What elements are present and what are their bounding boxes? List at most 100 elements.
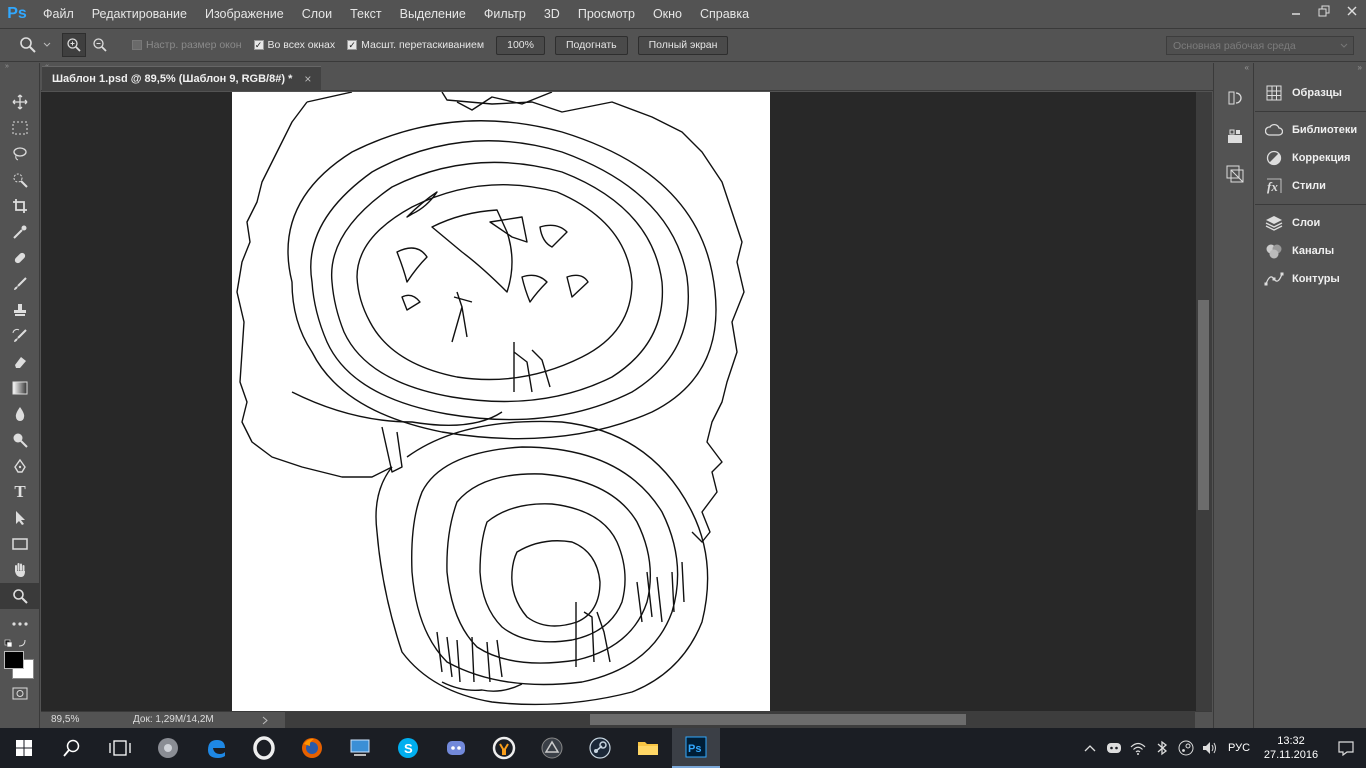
close-tab-icon[interactable]: × [304, 72, 311, 86]
notifications-icon [1338, 741, 1354, 756]
properties-icon[interactable] [1214, 121, 1255, 151]
action-center-button[interactable] [1326, 728, 1366, 768]
zoom-tool-icon[interactable] [16, 33, 40, 57]
foreground-color-swatch[interactable] [4, 651, 24, 669]
menu-view[interactable]: Просмотр [569, 0, 644, 28]
taskbar-app-photoshop[interactable]: Ps [672, 728, 720, 768]
history-icon[interactable] [1214, 83, 1255, 113]
tray-volume-icon[interactable] [1198, 728, 1222, 768]
panel-collapse-icon[interactable]: » [0, 63, 39, 73]
zoom-in-icon[interactable] [62, 33, 86, 57]
paragraph-icon[interactable] [1214, 159, 1255, 189]
task-view-button[interactable] [96, 728, 144, 768]
taskbar-app-skype[interactable]: S [384, 728, 432, 768]
taskbar-app-edge[interactable] [192, 728, 240, 768]
menu-edit[interactable]: Редактирование [83, 0, 196, 28]
blur-tool-icon[interactable] [0, 401, 40, 427]
brush-tool-icon[interactable] [0, 271, 40, 297]
menu-help[interactable]: Справка [691, 0, 758, 28]
healing-brush-tool-icon[interactable] [0, 245, 40, 271]
history-brush-tool-icon[interactable] [0, 323, 40, 349]
crop-tool-icon[interactable] [0, 193, 40, 219]
quick-mask-icon[interactable] [0, 683, 40, 703]
all-windows-checkbox[interactable]: ✓ Во всех окнах [253, 39, 335, 51]
tray-chevron-up-icon[interactable] [1078, 728, 1102, 768]
default-colors-icon[interactable] [4, 639, 30, 649]
menu-file[interactable]: Файл [34, 0, 83, 28]
hand-tool-icon[interactable] [0, 557, 40, 583]
document-tab[interactable]: Шаблон 1.psd @ 89,5% (Шаблон 9, RGB/8#) … [42, 66, 322, 91]
taskbar-app-overwatch[interactable] [480, 728, 528, 768]
move-tool-icon[interactable] [0, 89, 40, 115]
document-tab-bar: « Шаблон 1.psd @ 89,5% (Шаблон 9, RGB/8#… [41, 63, 1213, 91]
pen-tool-icon[interactable] [0, 453, 40, 479]
column-expand-icon[interactable]: « [1214, 63, 1253, 83]
start-button[interactable] [0, 728, 48, 768]
eraser-tool-icon[interactable] [0, 349, 40, 375]
taskbar-app-unity[interactable] [528, 728, 576, 768]
dodge-tool-icon[interactable] [0, 427, 40, 453]
dock-collapse-icon[interactable]: » [1255, 63, 1366, 75]
type-tool-icon[interactable]: T [0, 479, 40, 505]
full-screen-button[interactable]: Полный экран [637, 35, 729, 55]
tray-language[interactable]: РУС [1222, 728, 1256, 768]
tray-network-icon[interactable] [1126, 728, 1150, 768]
menu-filter[interactable]: Фильтр [475, 0, 535, 28]
eyedropper-tool-icon[interactable] [0, 219, 40, 245]
zoom-out-icon[interactable] [88, 33, 112, 57]
more-tools-icon[interactable] [0, 611, 40, 637]
panel-swatches[interactable]: Образцы [1255, 79, 1366, 107]
panel-styles[interactable]: fx Стили [1255, 172, 1366, 200]
chevron-right-icon[interactable] [262, 716, 268, 725]
marquee-tool-icon[interactable] [0, 115, 40, 141]
restore-icon [1318, 5, 1330, 17]
game-app-icon [541, 737, 563, 759]
taskbar-app-opera[interactable] [240, 728, 288, 768]
path-selection-tool-icon[interactable] [0, 505, 40, 531]
restore-button[interactable] [1310, 0, 1338, 22]
panel-layers[interactable]: Слои [1255, 209, 1366, 237]
line-art-drawing [236, 92, 745, 706]
menu-window[interactable]: Окно [644, 0, 691, 28]
canvas-area[interactable] [41, 92, 1196, 711]
tray-clock[interactable]: 13:32 27.11.2016 [1256, 734, 1326, 762]
tray-bluetooth-icon[interactable] [1150, 728, 1174, 768]
taskbar-app-media[interactable] [144, 728, 192, 768]
taskbar-app-computer[interactable] [336, 728, 384, 768]
close-window-button[interactable] [1338, 0, 1366, 22]
zoom-tool-active-icon[interactable] [0, 583, 40, 609]
panel-libraries[interactable]: Библиотеки [1255, 116, 1366, 144]
panel-paths[interactable]: Контуры [1255, 265, 1366, 293]
quick-selection-tool-icon[interactable] [0, 167, 40, 193]
gradient-tool-icon[interactable] [0, 375, 40, 401]
fit-screen-button[interactable]: Подогнать [554, 35, 628, 55]
vertical-scroll-thumb[interactable] [1198, 300, 1209, 510]
clone-stamp-tool-icon[interactable] [0, 297, 40, 323]
menu-3d[interactable]: 3D [535, 0, 569, 28]
document-canvas[interactable] [232, 92, 770, 711]
panel-channels[interactable]: Каналы [1255, 237, 1366, 265]
zoom-100-button[interactable]: 100% [496, 35, 545, 55]
taskbar-app-firefox[interactable] [288, 728, 336, 768]
lasso-tool-icon[interactable] [0, 141, 40, 167]
tray-steam-icon[interactable] [1174, 728, 1198, 768]
scrubby-zoom-checkbox[interactable]: ✓ Масшт. перетаскиванием [347, 39, 484, 51]
horizontal-scroll-thumb[interactable] [590, 714, 966, 725]
minimize-button[interactable] [1282, 0, 1310, 22]
rectangle-tool-icon[interactable] [0, 531, 40, 557]
taskbar-app-discord[interactable] [432, 728, 480, 768]
taskbar-app-explorer[interactable] [624, 728, 672, 768]
menu-type[interactable]: Текст [341, 0, 390, 28]
workspace-select[interactable]: Основная рабочая среда [1166, 36, 1354, 55]
tool-preset-chevron-icon[interactable] [40, 33, 54, 57]
panels-dock: » Образцы Библиотеки Коррекция fx Стили [1255, 63, 1366, 728]
resize-windows-checkbox[interactable]: Настр. размер окон [132, 39, 242, 51]
menu-layers[interactable]: Слои [293, 0, 341, 28]
status-zoom[interactable]: 89,5% [51, 714, 79, 725]
taskbar-app-steam[interactable] [576, 728, 624, 768]
menu-image[interactable]: Изображение [196, 0, 293, 28]
menu-select[interactable]: Выделение [391, 0, 475, 28]
tray-discord-icon[interactable] [1102, 728, 1126, 768]
panel-adjustments[interactable]: Коррекция [1255, 144, 1366, 172]
search-button[interactable] [48, 728, 96, 768]
